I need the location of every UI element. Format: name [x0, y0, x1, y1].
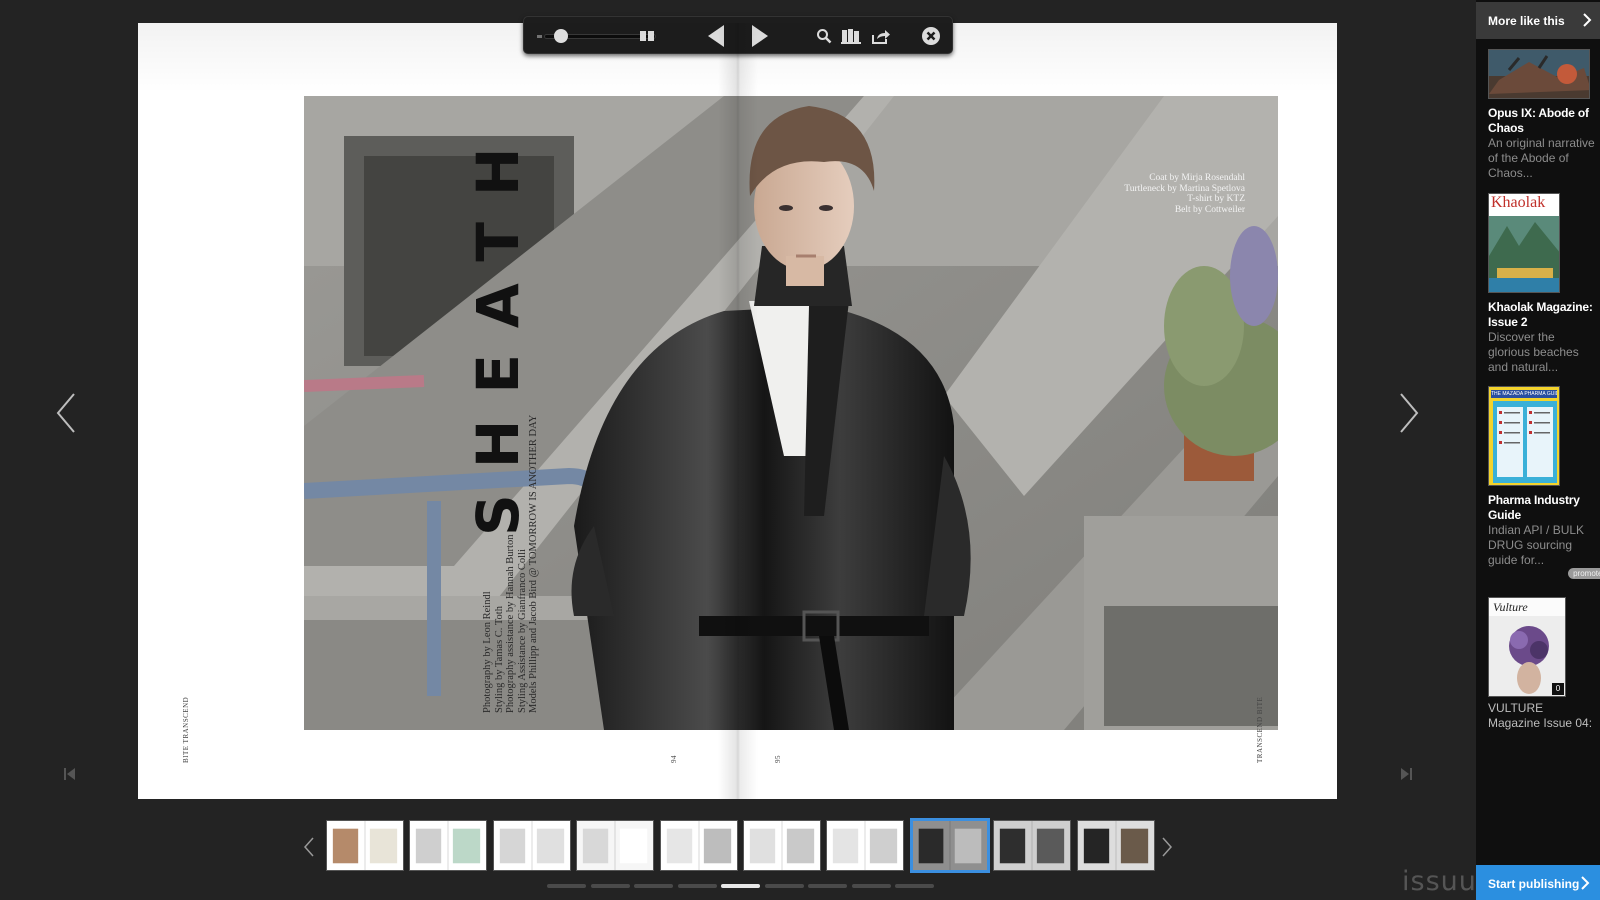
credit-line: Models Phillipp and Jacob Bird @ TOMORRO… [528, 414, 539, 713]
related-publication-opus-ix[interactable]: Opus IX: Abode of Chaos An original narr… [1488, 49, 1596, 181]
page-thumbnail[interactable] [659, 820, 738, 871]
page-group-dot[interactable] [547, 884, 586, 888]
previous-spread-arrow-icon[interactable] [52, 390, 82, 436]
article-title: SHEATH [393, 122, 532, 536]
page-thumbnail[interactable] [909, 818, 990, 873]
publication-title: Opus IX: Abode of Chaos [1488, 106, 1589, 135]
page-thumbnail[interactable] [826, 820, 905, 871]
wardrobe-line: Turtleneck by Martina Spetlova [1124, 183, 1245, 194]
photo-credits: Photography by Leon Reindl Styling by Ta… [482, 393, 552, 713]
publication-description: VULTURE Magazine Issue 04: [1488, 701, 1593, 730]
publication-cover: Khaolak [1488, 193, 1560, 293]
page-thumbnail[interactable] [326, 820, 404, 871]
page-number-right: 95 [774, 755, 782, 763]
start-publishing-button[interactable]: Start publishing [1476, 865, 1600, 900]
related-publication-vulture[interactable]: Vulture 0 VULTURE Magazine Issue 04: [1488, 597, 1596, 731]
publication-cover: Vulture 0 [1488, 597, 1566, 697]
related-publication-pharma-guide[interactable]: THE MAZADA PHARMA GUIDE Pharma Industry … [1488, 386, 1596, 568]
last-page-icon[interactable] [1398, 766, 1414, 782]
next-spread-arrow-icon[interactable] [1393, 390, 1423, 436]
credit-line: Styling by Tamas C. Toth [493, 606, 505, 713]
first-page-icon[interactable] [62, 766, 78, 782]
page-number-left: 94 [670, 755, 678, 763]
wardrobe-line: T-shirt by KTZ [1187, 194, 1245, 204]
publication-cover [1488, 49, 1590, 99]
magazine-spread[interactable]: SHEATH Photography by Leon Reindl Stylin… [138, 23, 1337, 799]
publication-description: An original narrative of the Abode of Ch… [1488, 136, 1595, 180]
publication-description: Discover the glorious beaches and natura… [1488, 330, 1579, 374]
issuu-logo[interactable]: issuu [1402, 866, 1477, 897]
wardrobe-line: Belt by Cottweiler [1174, 204, 1245, 215]
more-like-this-header[interactable]: More like this [1476, 2, 1600, 39]
page-thumbnail[interactable] [743, 820, 821, 871]
promoted-badge: promoted [1568, 568, 1600, 579]
credit-line: Photography assistance by Hannah Burton [505, 534, 516, 713]
page-thumbnail[interactable] [993, 820, 1072, 871]
page-thumbnail[interactable] [492, 820, 571, 871]
page-group-dot[interactable] [590, 884, 630, 888]
page-count-badge: 0 [1552, 683, 1564, 695]
wardrobe-credits: Coat by Mirja Rosendahl Turtleneck by Ma… [1124, 173, 1245, 215]
chevron-right-icon [1582, 12, 1592, 33]
page-group-dot[interactable] [764, 884, 804, 888]
more-like-this-label: More like this [1488, 14, 1565, 28]
folio-right: TRANSCEND BITE [1256, 696, 1264, 763]
publication-title: Pharma Industry Guide [1488, 493, 1580, 522]
more-like-this-sidebar: More like this Opus IX: Abode of Chaos A… [1476, 0, 1600, 900]
page-group-dot[interactable] [895, 884, 934, 888]
cover-masthead: Khaolak [1491, 194, 1546, 211]
page-thumbnail[interactable] [409, 820, 488, 871]
cover-masthead: THE MAZADA PHARMA GUIDE [1491, 390, 1557, 398]
page-thumbnail[interactable] [576, 820, 655, 871]
related-publication-khaolak[interactable]: Khaolak Khaolak Magazine: Issue 2 Discov… [1488, 193, 1596, 375]
page-group-dot[interactable] [677, 884, 717, 888]
cover-masthead: Vulture [1493, 600, 1528, 614]
folio-left: BITE TRANSCEND [182, 696, 190, 763]
thumbnails-next-icon[interactable] [1160, 836, 1174, 858]
credit-line: Styling Assistance by Gianfranco Colli [516, 549, 528, 713]
thumbnails-prev-icon[interactable] [302, 836, 316, 858]
spine-gutter [718, 23, 758, 799]
page-group-dot[interactable] [634, 884, 673, 888]
publication-description: Indian API / BULK DRUG sourcing guide fo… [1488, 523, 1585, 567]
wardrobe-line: Coat by Mirja Rosendahl [1149, 173, 1245, 183]
credit-line: Photography by Leon Reindl [482, 591, 493, 713]
issuu-reader: SHEATH Photography by Leon Reindl Stylin… [0, 0, 1600, 900]
start-publishing-label: Start publishing [1488, 877, 1580, 891]
page-group-dot[interactable] [808, 884, 847, 888]
chevron-right-icon [1580, 875, 1590, 896]
page-group-dot[interactable] [851, 884, 891, 888]
page-group-dot[interactable] [721, 884, 760, 888]
publication-cover: THE MAZADA PHARMA GUIDE [1488, 386, 1560, 486]
publication-title: Khaolak Magazine: Issue 2 [1488, 300, 1593, 329]
page-thumbnail[interactable] [1076, 820, 1155, 871]
